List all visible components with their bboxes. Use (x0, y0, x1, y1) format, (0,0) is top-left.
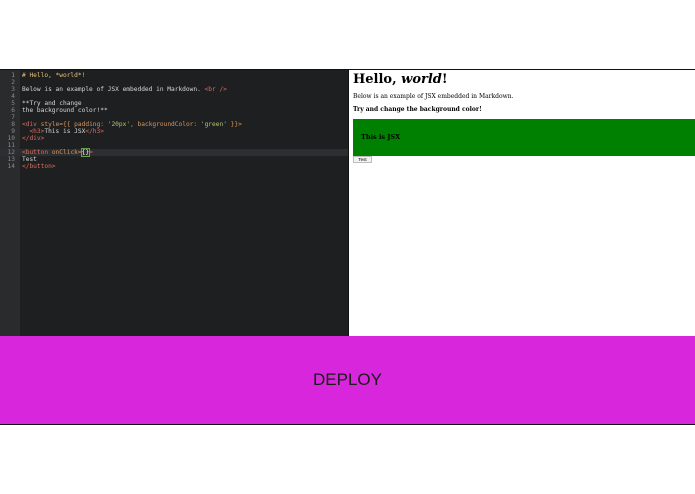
preview-title-emphasis: world (401, 72, 442, 87)
code-line[interactable]: 13 Test (0, 156, 348, 163)
code-token: **Try and change (22, 100, 82, 107)
code-token: </div> (22, 135, 45, 142)
code-text: <div style={{ padding: '20px', backgroun… (22, 121, 242, 128)
line-number: 10 (7, 135, 15, 142)
code-editor[interactable]: 1 # Hello, *world*! 2 3 Below is an example … (0, 70, 348, 336)
preview-pane: Hello, world! Below is an example of JSX… (348, 70, 695, 336)
code-token: Test (22, 156, 37, 163)
code-token: }}> (226, 121, 242, 128)
preview-bold-text: Try and change the background color! (353, 106, 482, 113)
deploy-label: DEPLOY (313, 370, 382, 389)
code-text: </button> (22, 163, 56, 170)
code-token: > (89, 149, 93, 156)
line-number: 5 (11, 100, 15, 107)
code-line[interactable]: 8 <div style={{ padding: '20px', backgrou… (0, 121, 348, 128)
code-token: '20px' (107, 121, 131, 128)
code-token: , backgroundColor: (130, 121, 201, 128)
code-text: # Hello, *world*! (22, 72, 85, 79)
code-token: This is JSX (44, 128, 86, 135)
code-token: style (40, 121, 60, 128)
code-line[interactable]: 3 Below is an example of JSX embedded in … (0, 86, 348, 93)
line-number: 11 (7, 142, 15, 149)
line-number: 13 (7, 156, 15, 163)
line-number: 2 (11, 79, 15, 86)
code-line[interactable]: 14 </button> (0, 163, 348, 170)
code-line[interactable]: 7 (0, 114, 348, 121)
code-token: # Hello, *world*! (22, 72, 86, 79)
code-line[interactable]: 4 (0, 93, 348, 100)
code-line[interactable]: 5 **Try and change (0, 100, 348, 107)
bottom-divider (0, 424, 695, 425)
code-token: onClick (51, 149, 78, 156)
code-text: the background color!** (22, 107, 108, 114)
code-line[interactable]: 12 <button onClick={}> (0, 148, 348, 157)
code-text: Test (22, 156, 37, 163)
code-token: ={{ padding: (59, 121, 108, 128)
code-token: <div (22, 121, 41, 128)
line-number: 8 (11, 121, 15, 128)
code-line[interactable]: 11 (0, 142, 348, 149)
preview-title-suffix: ! (441, 72, 448, 87)
code-token: </button> (22, 163, 56, 170)
deploy-button[interactable]: DEPLOY (0, 336, 695, 424)
code-line[interactable]: 6 the background color!** (0, 107, 348, 114)
code-token: <br /> (204, 86, 227, 93)
code-token: Below is an example of JSX embedded in M… (22, 86, 205, 93)
line-number: 3 (11, 86, 15, 93)
code-text: <button onClick={}> (22, 148, 93, 157)
code-line[interactable]: 2 (0, 79, 348, 86)
line-number: 7 (11, 114, 15, 121)
code-token: <h3> (22, 128, 45, 135)
code-token: <button (22, 149, 52, 156)
line-number: 6 (11, 107, 15, 114)
line-number: 9 (11, 128, 15, 135)
green-jsx-box: This is JSX (353, 119, 695, 156)
code-text: <h3>This is JSX</h3> (22, 128, 104, 135)
code-token: the background color!** (22, 107, 108, 114)
code-token: </h3> (85, 128, 104, 135)
line-number: 4 (11, 93, 15, 100)
code-token: 'green' (200, 121, 227, 128)
code-text: </div> (22, 135, 44, 142)
line-number: 1 (11, 72, 15, 79)
green-box-heading: This is JSX (361, 133, 401, 141)
preview-title-prefix: Hello, (353, 72, 402, 87)
preview-title: Hello, world! (353, 72, 448, 87)
code-text: **Try and change (22, 100, 82, 107)
line-number: 14 (7, 163, 15, 170)
code-line[interactable]: 1 # Hello, *world*! (0, 72, 348, 79)
test-button[interactable]: Test (353, 156, 372, 163)
cursor-braces: {} (80, 148, 91, 157)
preview-description: Below is an example of JSX embedded in M… (353, 93, 514, 100)
code-text: Below is an example of JSX embedded in M… (22, 86, 227, 93)
code-line[interactable]: 10 </div> (0, 135, 348, 142)
code-line[interactable]: 9 <h3>This is JSX</h3> (0, 128, 348, 135)
line-number: 12 (7, 149, 15, 156)
